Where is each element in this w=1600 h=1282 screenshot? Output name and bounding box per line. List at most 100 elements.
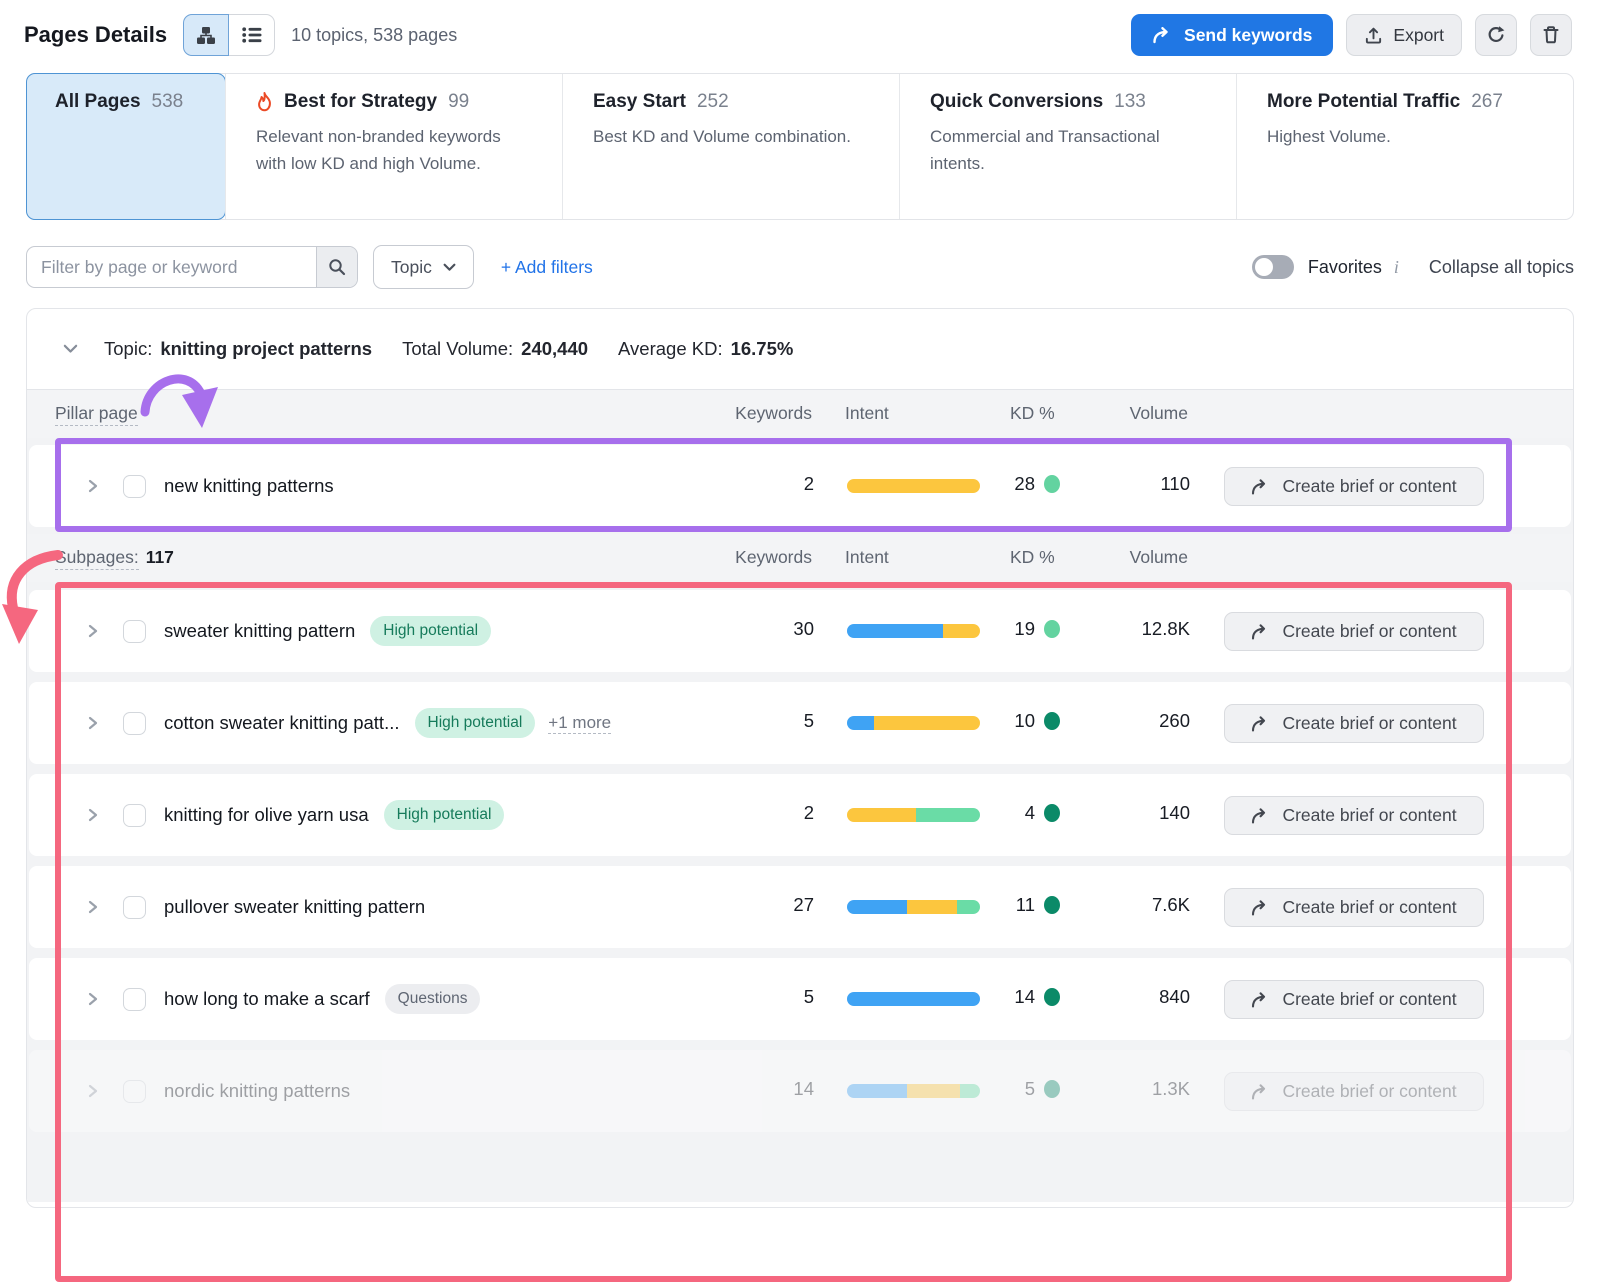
collapse-topic-chevron-icon[interactable]	[63, 344, 78, 354]
more-badges-link[interactable]: +1 more	[548, 713, 611, 734]
column-header-intent: Intent	[845, 547, 889, 568]
table-row: cotton sweater knitting patt... High pot…	[29, 682, 1571, 764]
keywords-count: 2	[674, 473, 814, 495]
create-brief-arrow-icon	[1251, 992, 1271, 1008]
row-checkbox[interactable]	[123, 1080, 146, 1103]
refresh-icon	[1486, 25, 1506, 45]
info-icon[interactable]: i	[1394, 257, 1399, 278]
refresh-button[interactable]	[1475, 14, 1517, 56]
volume-value: 140	[1050, 802, 1190, 824]
table-row: nordic knitting patterns 14 5 1.3K Creat…	[29, 1050, 1571, 1132]
topic-panel: Topic:knitting project patterns Total Vo…	[26, 308, 1574, 1208]
page-name[interactable]: how long to make a scarf	[164, 988, 370, 1010]
average-kd-value: 16.75%	[731, 338, 794, 360]
kd-cell: 4	[874, 802, 1060, 824]
send-arrow-icon	[1152, 27, 1174, 44]
tab-all-pages[interactable]: All Pages538	[26, 73, 226, 220]
flame-icon	[256, 92, 273, 113]
create-brief-button[interactable]: Create brief or content	[1224, 980, 1484, 1019]
list-icon	[242, 27, 262, 43]
subpages-header[interactable]: Subpages:	[55, 547, 139, 570]
column-header-intent: Intent	[845, 403, 889, 424]
row-checkbox[interactable]	[123, 620, 146, 643]
filter-bar: Topic + Add filters Favorites i Collapse…	[26, 246, 1574, 288]
page-name[interactable]: nordic knitting patterns	[164, 1080, 350, 1102]
create-brief-button[interactable]: Create brief or content	[1224, 888, 1484, 927]
tab-quick-conversions[interactable]: Quick Conversions133 Commercial and Tran…	[899, 74, 1236, 219]
row-checkbox[interactable]	[123, 475, 146, 498]
expand-row-chevron-icon[interactable]	[81, 710, 105, 736]
row-checkbox[interactable]	[123, 988, 146, 1011]
create-brief-button[interactable]: Create brief or content	[1224, 796, 1484, 835]
badge: High potential	[415, 708, 536, 738]
create-brief-button[interactable]: Create brief or content	[1224, 612, 1484, 651]
topic-summary-row: Topic:knitting project patterns Total Vo…	[27, 309, 1573, 389]
toggle-knob	[1255, 258, 1273, 276]
row-checkbox[interactable]	[123, 712, 146, 735]
page-name[interactable]: cotton sweater knitting patt...	[164, 712, 400, 734]
badge: High potential	[384, 800, 505, 830]
search-button[interactable]	[316, 247, 357, 287]
expand-row-chevron-icon[interactable]	[81, 618, 105, 644]
view-toggle	[183, 14, 275, 56]
trash-icon	[1541, 25, 1561, 45]
export-button[interactable]: Export	[1346, 14, 1462, 56]
subpages-count: 117	[146, 547, 174, 567]
volume-value: 1.3K	[1050, 1078, 1190, 1100]
collapse-all-topics-link[interactable]: Collapse all topics	[1429, 257, 1574, 278]
page-title: Pages Details	[24, 22, 167, 48]
total-volume-value: 240,440	[521, 338, 588, 360]
create-brief-button[interactable]: Create brief or content	[1224, 704, 1484, 743]
page-name[interactable]: new knitting patterns	[164, 475, 334, 497]
tab-easy-start[interactable]: Easy Start252 Best KD and Volume combina…	[562, 74, 899, 219]
expand-row-chevron-icon[interactable]	[81, 802, 105, 828]
volume-value: 12.8K	[1050, 618, 1190, 640]
row-checkbox[interactable]	[123, 804, 146, 827]
table-row: new knitting patterns 2 28 110 Create br…	[29, 445, 1571, 527]
add-filters-link[interactable]: + Add filters	[501, 257, 593, 278]
pillar-row-container: new knitting patterns 2 28 110 Create br…	[27, 438, 1573, 534]
pages-table: Pillar page Keywords Intent KD % Volume …	[27, 389, 1573, 1202]
keywords-count: 2	[674, 802, 814, 824]
delete-button[interactable]	[1530, 14, 1572, 56]
subpages-rows-container: sweater knitting pattern High potential …	[27, 582, 1573, 1202]
column-header-keywords: Keywords	[672, 403, 812, 424]
app-header: Pages Details 10 topics, 538 pages Send …	[0, 0, 1600, 66]
kd-value: 11	[1016, 894, 1035, 916]
subpages-table-header: Subpages:117 Keywords Intent KD % Volume	[27, 534, 1573, 582]
create-brief-arrow-icon	[1251, 1084, 1271, 1100]
kd-cell: 14	[874, 986, 1060, 1008]
expand-row-chevron-icon[interactable]	[81, 894, 105, 920]
favorites-label: Favorites	[1308, 257, 1382, 278]
keywords-count: 14	[674, 1078, 814, 1100]
page-name[interactable]: sweater knitting pattern	[164, 620, 355, 642]
expand-row-chevron-icon[interactable]	[81, 473, 105, 499]
search-input[interactable]	[27, 247, 316, 287]
page-name[interactable]: pullover sweater knitting pattern	[164, 896, 425, 918]
hierarchy-view-button[interactable]	[183, 14, 229, 56]
topic-filter-dropdown[interactable]: Topic	[373, 245, 474, 289]
kd-value: 4	[1025, 802, 1035, 824]
keywords-count: 5	[674, 986, 814, 1008]
badge: Questions	[385, 984, 481, 1014]
send-keywords-button[interactable]: Send keywords	[1131, 14, 1333, 56]
tab-more-potential-traffic[interactable]: More Potential Traffic267 Highest Volume…	[1236, 74, 1573, 219]
list-view-button[interactable]	[229, 14, 275, 56]
tab-best-for-strategy[interactable]: Best for Strategy99 Relevant non-branded…	[225, 74, 562, 219]
create-brief-button[interactable]: Create brief or content	[1224, 467, 1484, 506]
kd-cell: 10	[874, 710, 1060, 732]
column-header-keywords: Keywords	[672, 547, 812, 568]
favorites-toggle[interactable]	[1252, 255, 1294, 279]
expand-row-chevron-icon[interactable]	[81, 986, 105, 1012]
table-row: how long to make a scarf Questions 5 14 …	[29, 958, 1571, 1040]
search-box	[26, 246, 358, 288]
keywords-count: 27	[674, 894, 814, 916]
kd-value: 28	[1014, 473, 1035, 495]
pillar-page-header[interactable]: Pillar page	[55, 403, 138, 426]
expand-row-chevron-icon[interactable]	[81, 1078, 105, 1104]
create-brief-button[interactable]: Create brief or content	[1224, 1072, 1484, 1111]
row-checkbox[interactable]	[123, 896, 146, 919]
page-name[interactable]: knitting for olive yarn usa	[164, 804, 369, 826]
volume-value: 7.6K	[1050, 894, 1190, 916]
segment-tabs: All Pages538 Best for Strategy99 Relevan…	[26, 73, 1574, 220]
